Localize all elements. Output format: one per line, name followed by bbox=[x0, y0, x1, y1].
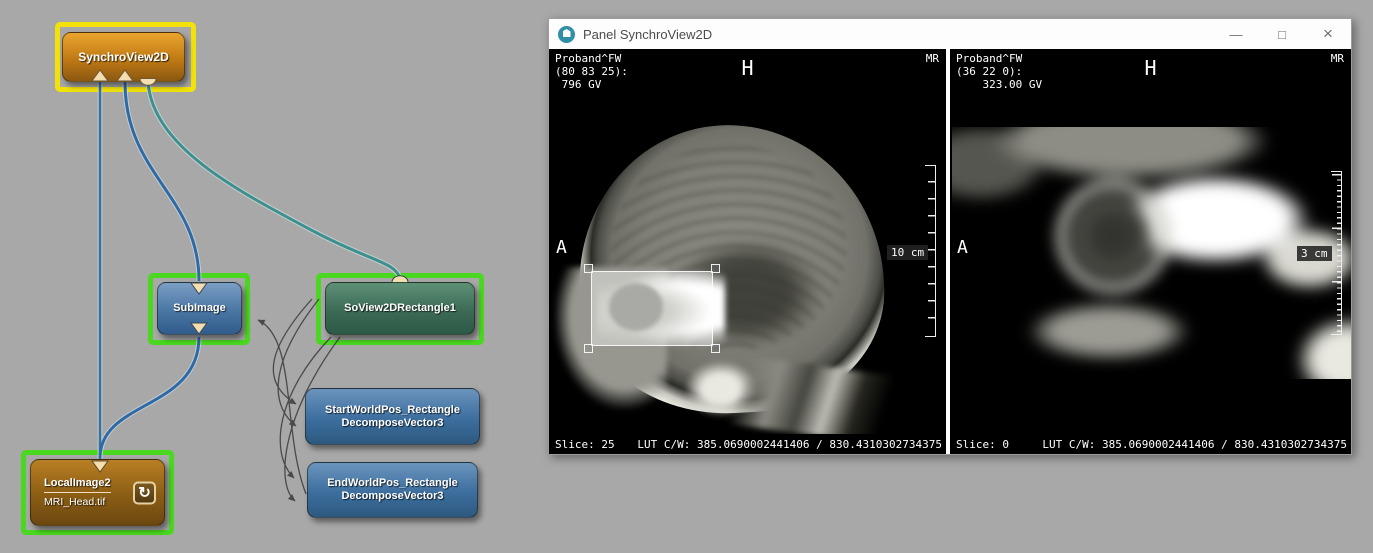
window-titlebar[interactable]: Panel SynchroView2D — □ × bbox=[549, 19, 1351, 49]
orientation-label-anterior: A bbox=[556, 241, 567, 254]
modality-label: MR bbox=[1331, 52, 1344, 65]
input-connector-synchroview2d-1[interactable] bbox=[91, 69, 109, 82]
node-label: SubImage bbox=[173, 302, 226, 315]
minimize-button[interactable]: — bbox=[1213, 19, 1259, 49]
scale-label: 3 cm bbox=[1297, 246, 1332, 261]
viewer-statusbar: Slice: 25 LUT C/W: 385.0690002441406 / 8… bbox=[549, 434, 946, 454]
roi-handle-bottom-right[interactable] bbox=[711, 344, 720, 353]
orientation-label-anterior: A bbox=[957, 241, 968, 254]
input-connector-synchroview2d-2[interactable] bbox=[116, 69, 134, 82]
output-connector-subimage[interactable] bbox=[190, 282, 208, 295]
close-button[interactable]: × bbox=[1305, 19, 1351, 49]
lut-indicator: LUT C/W: 385.0690002441406 / 830.4310302… bbox=[637, 438, 942, 451]
node-soview2drectangle1[interactable]: SoView2DRectangle1 bbox=[325, 282, 475, 335]
orientation-label-head: H bbox=[549, 57, 946, 79]
output-connector-soview2drectangle1[interactable] bbox=[391, 273, 409, 283]
node-label-line2: DecomposeVector3 bbox=[341, 490, 443, 503]
node-label: SoView2DRectangle1 bbox=[344, 302, 456, 315]
panel-window: Panel SynchroView2D — □ × bbox=[548, 18, 1352, 455]
orientation-label-head: H bbox=[950, 57, 1351, 79]
viewport-overview[interactable]: Proband^FW (80 83 25): 796 GV H MR A 10 … bbox=[549, 49, 946, 454]
lut-indicator: LUT C/W: 385.0690002441406 / 830.4310302… bbox=[1042, 438, 1347, 451]
node-label: SynchroView2D bbox=[78, 51, 168, 64]
viewer-statusbar: Slice: 0 LUT C/W: 385.0690002441406 / 83… bbox=[950, 434, 1351, 454]
connection-subimage-localimage2[interactable] bbox=[100, 337, 199, 458]
roi-handle-top-right[interactable] bbox=[711, 264, 720, 273]
roi-handle-bottom-left[interactable] bbox=[584, 344, 593, 353]
scale-ruler bbox=[1331, 171, 1342, 335]
mri-zoomed-image bbox=[952, 127, 1351, 379]
node-label-line1: StartWorldPos_Rectangle bbox=[325, 404, 460, 417]
connection-synchroview2d-subimage[interactable] bbox=[125, 82, 199, 281]
node-endworldpos-decomposevector3[interactable]: EndWorldPos_Rectangle DecomposeVector3 bbox=[307, 462, 478, 518]
app-icon bbox=[558, 26, 575, 43]
node-startworldpos-decomposevector3[interactable]: StartWorldPos_Rectangle DecomposeVector3 bbox=[305, 388, 480, 445]
node-label: LocalImage2 bbox=[44, 477, 111, 493]
rectangle-roi[interactable] bbox=[591, 271, 713, 346]
edge-halo bbox=[100, 337, 199, 458]
desktop: { "graph": { "nodes": { "synchroview2d":… bbox=[0, 0, 1373, 553]
modality-label: MR bbox=[926, 52, 939, 65]
slice-indicator: Slice: 25 bbox=[555, 438, 615, 451]
param-connection-to-startworldpos-1[interactable] bbox=[273, 299, 312, 404]
reload-icon[interactable]: ↻ bbox=[133, 481, 156, 504]
node-filename: MRI_Head.tif bbox=[44, 496, 105, 509]
roi-handle-top-left[interactable] bbox=[584, 264, 593, 273]
connection-synchroview2d-soview2drectangle1[interactable] bbox=[148, 82, 400, 279]
output-connector-localimage2[interactable] bbox=[91, 460, 109, 473]
scale-label: 10 cm bbox=[887, 245, 928, 260]
maximize-button[interactable]: □ bbox=[1259, 19, 1305, 49]
node-label-line1: EndWorldPos_Rectangle bbox=[327, 477, 458, 490]
edge-halo bbox=[148, 82, 400, 279]
viewer-content: Proband^FW (80 83 25): 796 GV H MR A 10 … bbox=[549, 49, 1351, 454]
input-connector-subimage[interactable] bbox=[190, 322, 208, 335]
viewport-zoomed[interactable]: Proband^FW (36 22 0): 323.00 GV H MR A 3… bbox=[950, 49, 1351, 454]
node-label-line2: DecomposeVector3 bbox=[341, 417, 443, 430]
slice-indicator: Slice: 0 bbox=[956, 438, 1009, 451]
input-connector-synchroview2d-3[interactable] bbox=[139, 78, 157, 88]
window-title: Panel SynchroView2D bbox=[583, 27, 712, 42]
